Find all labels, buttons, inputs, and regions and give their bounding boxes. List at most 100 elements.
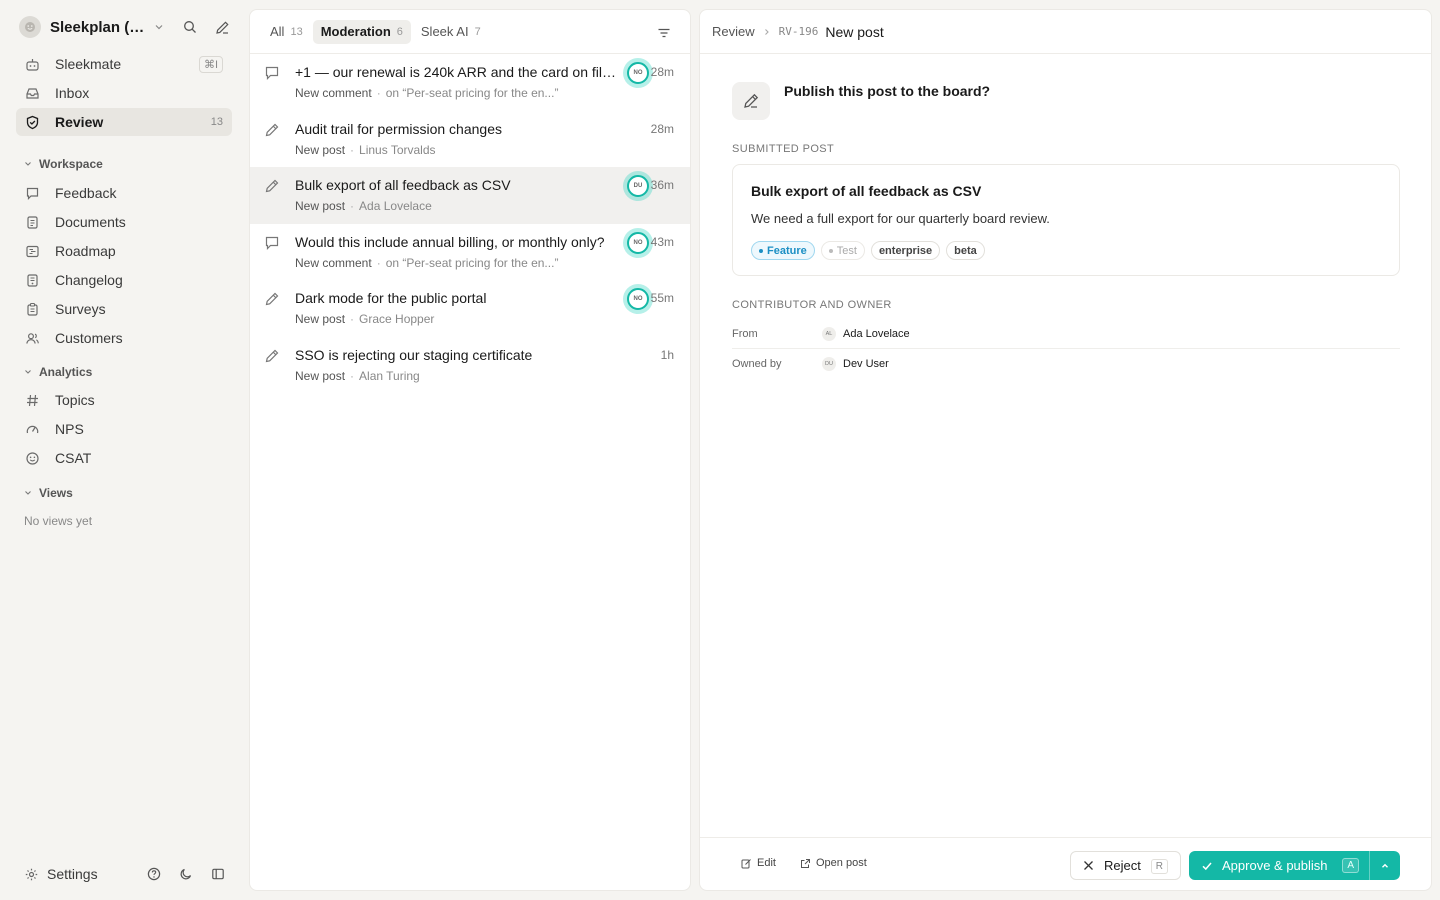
item-title: Audit trail for permission changes — [295, 120, 502, 137]
item-meta: Linus Torvalds — [359, 142, 436, 157]
help-icon[interactable] — [144, 864, 164, 884]
item-subline: New comment · on “Per-seat pricing for the… — [295, 255, 559, 270]
nav-label: Roadmap — [55, 243, 116, 259]
list-item[interactable]: Would this include annual billing, or mo… — [250, 224, 690, 281]
tag-test[interactable]: Test — [820, 241, 865, 260]
list-item[interactable]: Audit trail for permission changes New p… — [250, 111, 690, 168]
tag-list: Feature Test enterprise beta — [751, 241, 985, 260]
tab-sleek-ai[interactable]: Sleek AI 7 — [413, 20, 489, 44]
tag-enterprise[interactable]: enterprise — [870, 241, 941, 260]
tag-feature[interactable]: Feature — [751, 241, 815, 260]
nav-label: Feedback — [55, 185, 117, 201]
tag-beta[interactable]: beta — [946, 241, 985, 260]
chevron-down-icon — [24, 489, 32, 497]
workspace-switcher[interactable]: Sleekplan (D... — [16, 13, 232, 41]
item-time: 28m — [650, 121, 674, 136]
tab-all[interactable]: All 13 — [262, 20, 311, 44]
list-item[interactable]: +1 — our renewal is 240k ARR and the car… — [250, 54, 690, 111]
nav-feedback[interactable]: Feedback — [16, 179, 232, 207]
shortcut-badge: R — [1150, 859, 1168, 874]
chevron-up-icon — [1382, 863, 1388, 868]
list-item-selected[interactable]: Bulk export of all feedback as CSV New p… — [250, 167, 690, 224]
nav-roadmap[interactable]: Roadmap — [16, 237, 232, 265]
avatar: NO — [623, 284, 653, 314]
item-time: 36m — [650, 178, 674, 192]
nav-label: Review — [55, 114, 104, 130]
nav-label: Topics — [55, 392, 95, 408]
nav-surveys[interactable]: Surveys — [16, 295, 232, 323]
approve-label: Approve & publish — [1222, 858, 1328, 873]
edit-button[interactable]: Edit — [741, 857, 776, 869]
filter-icon[interactable] — [654, 23, 674, 43]
section-label-submitted: SUBMITTED POST — [732, 143, 835, 155]
tab-moderation[interactable]: Moderation 6 — [312, 19, 411, 44]
avatar: AL — [822, 327, 836, 341]
avatar-initials: NO — [627, 231, 649, 254]
nav-documents[interactable]: Documents — [16, 208, 232, 236]
item-subline: New comment · on “Per-seat pricing for the… — [295, 86, 559, 100]
users-icon — [24, 330, 40, 346]
from-name[interactable]: Ada Lovelace — [843, 328, 910, 340]
compose-icon[interactable] — [212, 17, 232, 37]
comment-icon — [264, 65, 280, 81]
breadcrumb-current: New post — [825, 23, 884, 40]
nav-label: CSAT — [55, 450, 92, 466]
item-type: New post — [295, 142, 346, 157]
owner-name[interactable]: Dev User — [843, 358, 889, 370]
nav-label: NPS — [55, 421, 84, 437]
nav-nps[interactable]: NPS — [16, 415, 232, 443]
nav-changelog[interactable]: Changelog — [16, 266, 232, 294]
section-label-contributor: CONTRIBUTOR AND OWNER — [732, 299, 892, 311]
nav-inbox[interactable]: Inbox — [16, 79, 232, 107]
reject-label: Reject — [1104, 858, 1141, 873]
search-icon[interactable] — [180, 17, 200, 37]
nav-sleekmate[interactable]: Sleekmate ⌘I — [16, 50, 232, 78]
approve-publish-button[interactable]: Approve & publish A — [1189, 851, 1369, 880]
avatar: DU — [822, 356, 836, 371]
reject-button[interactable]: Reject R — [1070, 851, 1181, 880]
item-subline: New post · Grace Hopper — [295, 312, 435, 326]
hash-icon — [24, 392, 40, 408]
item-type: New post — [295, 312, 346, 326]
from-label: From — [732, 328, 758, 340]
settings-row[interactable]: Settings — [16, 862, 232, 886]
moon-icon[interactable] — [176, 864, 196, 884]
section-label: Views — [39, 486, 73, 500]
detail-panel: Review RV-196 New post Publish this post… — [699, 9, 1432, 891]
section-views[interactable]: Views — [24, 484, 73, 502]
item-title: Bulk export of all feedback as CSV — [295, 177, 511, 193]
edit-icon — [741, 858, 751, 868]
item-time: 1h — [660, 347, 674, 362]
pencil-icon — [264, 291, 280, 307]
tab-count: 6 — [396, 25, 403, 38]
nav-csat[interactable]: CSAT — [16, 444, 232, 472]
item-type: New comment — [295, 86, 372, 100]
breadcrumb-id: RV-196 — [778, 25, 819, 38]
item-title: Dark mode for the public portal — [295, 290, 487, 306]
section-workspace[interactable]: Workspace — [24, 155, 103, 173]
avatar-initials: NO — [627, 288, 649, 310]
sidebar-toggle-icon[interactable] — [208, 864, 228, 884]
message-square-icon — [24, 185, 40, 201]
breadcrumb-root[interactable]: Review — [712, 24, 755, 39]
settings-label: Settings — [47, 866, 98, 882]
open-post-button[interactable]: Open post — [800, 857, 867, 869]
item-time: 43m — [650, 234, 674, 249]
chevron-down-icon — [24, 368, 32, 376]
approve-options-button[interactable] — [1369, 851, 1400, 880]
list-item[interactable]: SSO is rejecting our staging certificate… — [250, 337, 690, 394]
item-meta: Grace Hopper — [359, 312, 435, 326]
nav-label: Documents — [55, 214, 126, 230]
smile-icon — [24, 450, 40, 466]
gear-icon — [24, 867, 39, 882]
comment-icon — [264, 235, 280, 251]
list-item[interactable]: Dark mode for the public portal New post… — [250, 280, 690, 337]
item-time: 55m — [650, 291, 674, 305]
nav-topics[interactable]: Topics — [16, 386, 232, 414]
tab-label: Moderation — [320, 24, 391, 39]
nav-customers[interactable]: Customers — [16, 324, 232, 352]
section-analytics[interactable]: Analytics — [24, 363, 92, 381]
workspace-name: Sleekplan (D... — [50, 18, 146, 36]
item-meta: Ada Lovelace — [359, 199, 432, 213]
nav-review[interactable]: Review 13 — [16, 108, 232, 136]
